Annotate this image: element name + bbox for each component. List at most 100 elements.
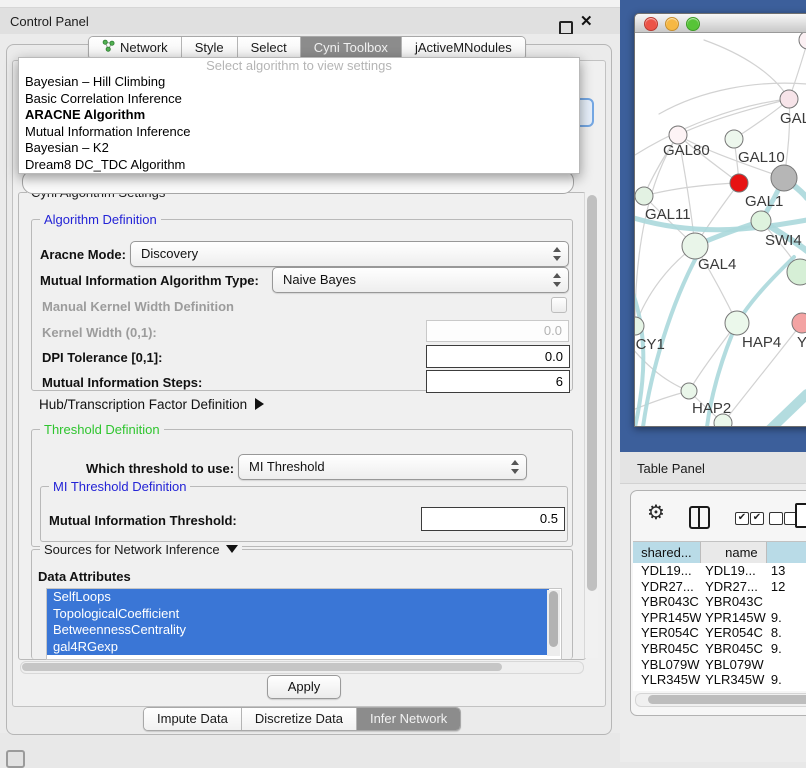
- tab-label: Style: [195, 37, 224, 59]
- attributes-scrollbar[interactable]: [547, 590, 560, 656]
- network-node-gal[interactable]: [780, 90, 798, 108]
- network-node-hap4[interactable]: [725, 311, 749, 335]
- gear-icon[interactable]: ⚙: [647, 503, 665, 523]
- columns-icon[interactable]: [689, 506, 710, 529]
- mi-steps-field[interactable]: 6: [426, 370, 570, 393]
- node-table-window: ⚙ ✔ ✔ shared...name YDL19...YDL19...13YD…: [630, 490, 806, 716]
- table-panel-title: Table Panel: [637, 461, 705, 476]
- tab-infer-network[interactable]: Infer Network: [357, 708, 460, 730]
- table-cell: 9.: [767, 641, 806, 657]
- aracne-mode-select[interactable]: Discovery: [130, 241, 569, 267]
- network-node-y[interactable]: [792, 313, 806, 333]
- tab-impute-data[interactable]: Impute Data: [144, 708, 242, 730]
- table-horizontal-scrollbar[interactable]: [635, 693, 806, 707]
- table-row[interactable]: YBL079WYBL079W: [633, 657, 806, 673]
- checked-checkbox-icon[interactable]: ✔: [735, 512, 749, 525]
- table-row[interactable]: YBR043CYBR043C: [633, 594, 806, 610]
- manual-kernel-checkbox[interactable]: [551, 297, 567, 313]
- network-node-gal11[interactable]: [635, 187, 653, 205]
- table-row[interactable]: YDR27...YDR27...12: [633, 579, 806, 595]
- settings-horizontal-scrollbar[interactable]: [20, 661, 584, 674]
- apply-button[interactable]: Apply: [267, 675, 341, 699]
- combo-arrows-icon: [511, 460, 519, 474]
- table-row[interactable]: YDL19...YDL19...13: [633, 563, 806, 579]
- algorithm-option[interactable]: Basic Correlation Inference: [19, 91, 579, 108]
- mi-steps-label: Mutual Information Steps:: [42, 375, 202, 390]
- mi-type-select[interactable]: Naive Bayes: [272, 267, 569, 293]
- network-node[interactable]: [771, 165, 797, 191]
- threshold-definition-group: Threshold Definition Which threshold to …: [31, 429, 573, 547]
- which-threshold-select[interactable]: MI Threshold: [238, 454, 527, 480]
- network-node-swi4[interactable]: [751, 211, 771, 231]
- attributes-scrollbar-thumb[interactable]: [549, 591, 558, 647]
- network-edge[interactable]: [644, 183, 739, 196]
- node-label: GAL10: [738, 149, 785, 166]
- data-attributes-label: Data Attributes: [38, 569, 131, 584]
- network-edge-strong[interactable]: [737, 257, 794, 323]
- attribute-list-item[interactable]: SelfLoops: [47, 589, 549, 606]
- float-window-icon[interactable]: [559, 21, 573, 35]
- algorithm-option[interactable]: Mutual Information Inference: [19, 124, 579, 141]
- node-label: Y: [797, 334, 806, 351]
- collapsed-panel-icon[interactable]: [6, 750, 25, 768]
- algorithm-option[interactable]: Bayesian – K2: [19, 140, 579, 157]
- network-canvas[interactable]: GALGAL80GAL10GAL1GAL11SWI4GAL4GCY1HAP4YH…: [635, 33, 806, 426]
- network-node-gal10[interactable]: [725, 130, 743, 148]
- unchecked-checkbox-icon[interactable]: [769, 512, 783, 525]
- table-cell: YPR145W: [633, 610, 701, 626]
- collapse-down-icon[interactable]: [226, 545, 238, 553]
- control-panel-titlebar: Control Panel ✕: [0, 8, 620, 34]
- tab-select[interactable]: Select: [238, 37, 301, 59]
- network-node[interactable]: [799, 33, 806, 49]
- document-icon[interactable]: [795, 503, 806, 528]
- algorithm-option[interactable]: Dream8 DC_TDC Algorithm: [19, 157, 579, 174]
- expand-right-icon[interactable]: [255, 398, 264, 410]
- attribute-list-item[interactable]: TopologicalCoefficient: [47, 606, 549, 623]
- tab-discretize-data[interactable]: Discretize Data: [242, 708, 357, 730]
- column-header-extra[interactable]: [767, 542, 806, 564]
- network-view-window: GALGAL80GAL10GAL1GAL11SWI4GAL4GCY1HAP4YH…: [634, 13, 806, 427]
- tab-label: Discretize Data: [255, 708, 343, 730]
- table-row[interactable]: YPR145WYPR145W9.: [633, 610, 806, 626]
- mi-threshold-field[interactable]: 0.5: [421, 507, 565, 531]
- close-traffic-light-icon[interactable]: [644, 17, 658, 31]
- settings-vertical-scrollbar-thumb[interactable]: [587, 195, 597, 591]
- settings-vertical-scrollbar[interactable]: [584, 193, 598, 658]
- table-cell: YER054C: [701, 625, 767, 641]
- checked-checkbox-icon[interactable]: ✔: [750, 512, 764, 525]
- column-header-shared...[interactable]: shared...: [633, 542, 701, 564]
- algorithm-dropdown-placeholder: Select algorithm to view settings: [19, 58, 579, 74]
- algorithm-option[interactable]: ARACNE Algorithm: [19, 107, 579, 124]
- network-edge[interactable]: [635, 391, 689, 415]
- hub-definition-toggle[interactable]: Hub/Transcription Factor Definition: [39, 397, 264, 412]
- table-row[interactable]: YIL052CYIL052C9: [633, 688, 806, 691]
- network-node-hap2[interactable]: [681, 383, 697, 399]
- column-header-name[interactable]: name: [701, 542, 767, 564]
- settings-horizontal-scrollbar-thumb[interactable]: [22, 663, 502, 671]
- network-edge-strong[interactable]: [757, 394, 806, 426]
- network-edge[interactable]: [704, 40, 789, 99]
- tab-style[interactable]: Style: [182, 37, 238, 59]
- kernel-width-field[interactable]: 0.0: [426, 320, 569, 342]
- table-cell: [767, 657, 806, 673]
- minimize-traffic-light-icon[interactable]: [665, 17, 679, 31]
- tab-jactivemnodules[interactable]: jActiveMNodules: [402, 37, 525, 59]
- network-edge[interactable]: [635, 246, 695, 326]
- network-edge[interactable]: [635, 135, 678, 326]
- tab-label: Infer Network: [370, 708, 447, 730]
- dpi-tolerance-field[interactable]: 0.0: [426, 345, 570, 368]
- attribute-list-item[interactable]: gal4RGexp: [47, 639, 549, 656]
- tab-cyni-toolbox[interactable]: Cyni Toolbox: [301, 37, 402, 59]
- close-icon[interactable]: ✕: [580, 12, 593, 30]
- table-row[interactable]: YER054CYER054C8.: [633, 625, 806, 641]
- attribute-list-item[interactable]: BetweennessCentrality: [47, 622, 549, 639]
- sources-legend[interactable]: Sources for Network Inference: [40, 542, 242, 557]
- zoom-traffic-light-icon[interactable]: [686, 17, 700, 31]
- table-horizontal-scrollbar-thumb[interactable]: [648, 695, 806, 704]
- tab-network[interactable]: Network: [89, 37, 182, 59]
- network-node-gal1[interactable]: [730, 174, 748, 192]
- network-window-titlebar[interactable]: [635, 14, 806, 33]
- algorithm-option[interactable]: Bayesian – Hill Climbing: [19, 74, 579, 91]
- table-row[interactable]: YLR345WYLR345W9.: [633, 672, 806, 688]
- table-row[interactable]: YBR045CYBR045C9.: [633, 641, 806, 657]
